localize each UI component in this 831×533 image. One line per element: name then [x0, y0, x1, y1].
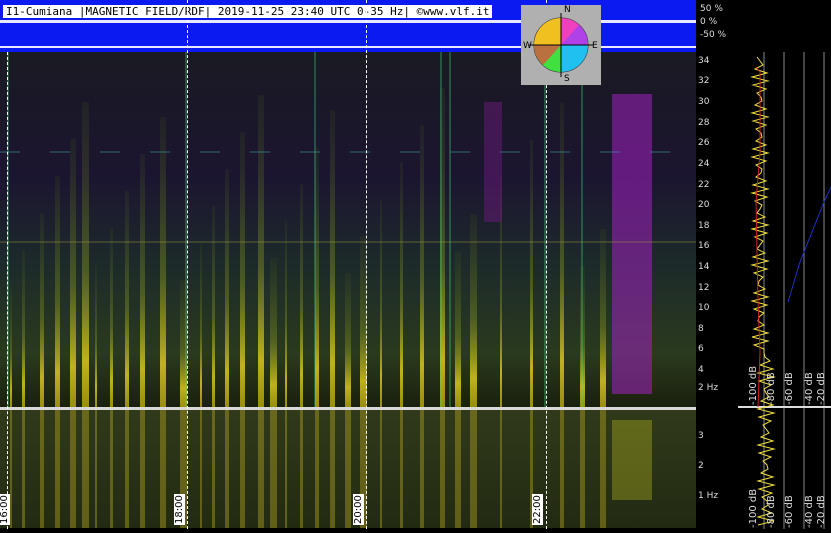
chart-title: I1-Cumiana |MAGNETIC FIELD/RDF| 2019-11-…: [3, 5, 493, 18]
freq-label: 28: [698, 118, 710, 128]
freq-label: 10: [698, 303, 710, 313]
direction-compass: N S E W: [521, 5, 601, 85]
freq-label: 22: [698, 180, 710, 190]
db-label: -100 dB: [748, 488, 759, 528]
compass-north: N: [564, 5, 571, 15]
freq-label: 2 Hz: [698, 383, 719, 393]
spectrum-level-canvas: [738, 52, 831, 529]
freq-label: 8: [698, 324, 704, 334]
freq-label: 34: [698, 56, 710, 66]
freq-label: 20: [698, 200, 710, 210]
freq-label: 32: [698, 76, 710, 86]
spectrogram-bottom-canvas: [0, 410, 696, 528]
freq-label: 14: [698, 262, 710, 272]
db-label: -20 dB: [816, 372, 827, 405]
freq-label: 3: [698, 431, 704, 441]
db-label: -40 dB: [804, 372, 815, 405]
freq-label: 6: [698, 344, 704, 354]
spectrogram-top-canvas: [0, 52, 696, 407]
compass-east: E: [592, 41, 598, 51]
spectrum-level-panel: [738, 52, 831, 529]
freq-label: 16: [698, 241, 710, 251]
db-label: -100 dB: [748, 365, 759, 405]
freq-label: 12: [698, 283, 710, 293]
freq-label: 24: [698, 159, 710, 169]
compass-south: S: [564, 74, 570, 84]
time-label: 16:00: [0, 494, 10, 525]
time-label: 22:00: [532, 494, 543, 525]
compass-rose: [529, 13, 593, 77]
freq-label: 4: [698, 365, 704, 375]
db-label: -20 dB: [816, 495, 827, 528]
spectrogram-bottom: [0, 410, 696, 528]
db-label: -80 dB: [766, 372, 777, 405]
freq-label: 2: [698, 461, 704, 471]
time-gridline: [366, 0, 367, 529]
time-gridline: [187, 0, 188, 529]
db-label: -60 dB: [784, 495, 795, 528]
db-label: -40 dB: [804, 495, 815, 528]
freq-label: 1 Hz: [698, 491, 719, 501]
time-gridline: [7, 52, 8, 529]
freq-label: 30: [698, 97, 710, 107]
time-label: 18:00: [174, 494, 185, 525]
spectrogram-top: [0, 52, 696, 407]
percent-label-0: 0 %: [700, 17, 718, 27]
compass-west: W: [523, 41, 532, 51]
freq-label: 26: [698, 138, 710, 148]
db-label: -60 dB: [784, 372, 795, 405]
db-label: -80 dB: [766, 495, 777, 528]
time-label: 20:00: [353, 494, 364, 525]
freq-label: 18: [698, 221, 710, 231]
percent-label-50: 50 %: [700, 4, 723, 14]
percent-label-minus-50: -50 %: [700, 30, 727, 40]
